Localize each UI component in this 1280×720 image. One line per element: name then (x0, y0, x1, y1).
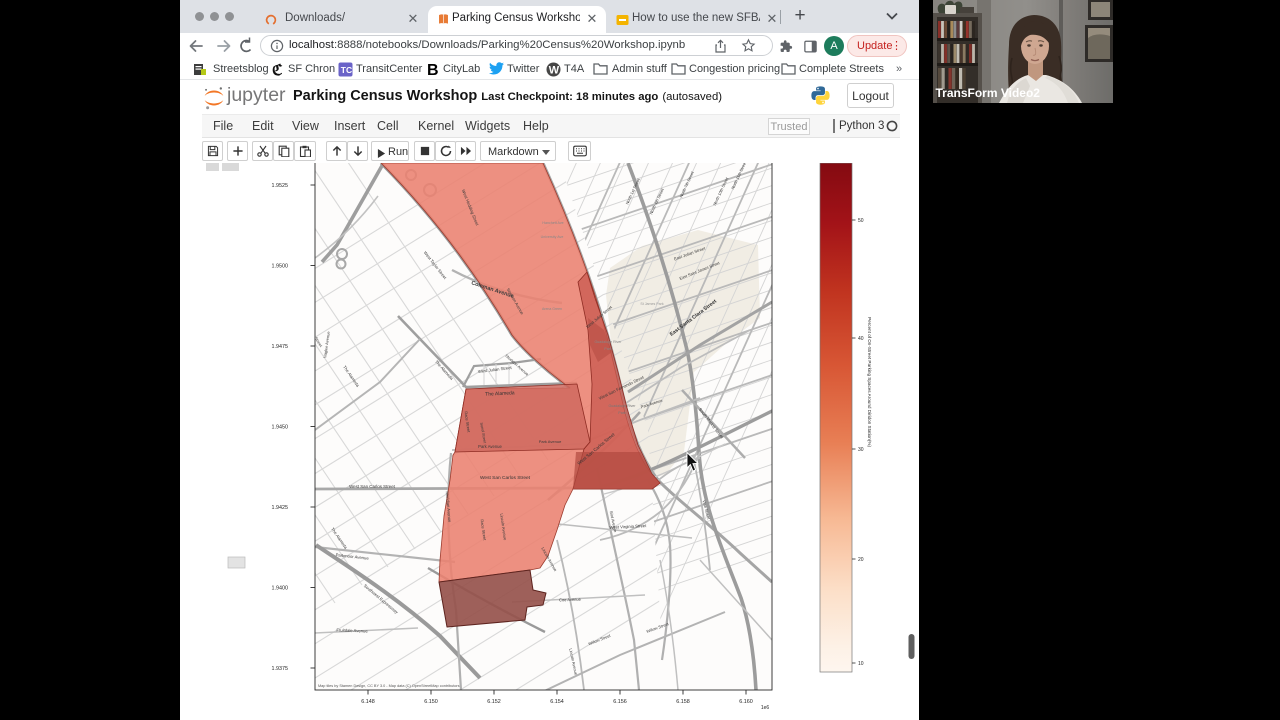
svg-text:Guadalupe River: Guadalupe River (595, 340, 623, 344)
svg-text:1e6: 1e6 (761, 705, 770, 711)
svg-text:West San Carlos Street: West San Carlos Street (480, 475, 531, 481)
svg-text:Park: Park (604, 347, 612, 351)
svg-text:1.9375: 1.9375 (272, 666, 289, 672)
svg-text:30: 30 (858, 447, 864, 453)
svg-text:Arena Green: Arena Green (542, 307, 562, 311)
svg-text:St James Park: St James Park (640, 302, 664, 306)
svg-text:20: 20 (858, 557, 864, 563)
svg-text:Hanchett Ave: Hanchett Ave (542, 221, 563, 225)
svg-text:10: 10 (858, 661, 864, 667)
svg-text:W: W (549, 65, 560, 77)
svg-text:6.156: 6.156 (613, 699, 627, 705)
svg-text:50: 50 (858, 218, 864, 224)
svg-text:6.154: 6.154 (550, 699, 564, 705)
svg-text:1.9475: 1.9475 (272, 344, 289, 350)
svg-text:Percent of On-Street Parking S: Percent of On-Street Parking Spaces Arou… (867, 317, 872, 447)
svg-text:1.9425: 1.9425 (272, 505, 289, 511)
svg-text:Coe Avenue: Coe Avenue (559, 597, 582, 603)
svg-text:6.150: 6.150 (424, 699, 438, 705)
svg-text:TC: TC (341, 65, 352, 75)
svg-text:1.9450: 1.9450 (272, 425, 289, 431)
svg-text:ℭ: ℭ (272, 63, 283, 77)
svg-text:6.158: 6.158 (676, 699, 690, 705)
svg-text:6.152: 6.152 (487, 699, 501, 705)
svg-text:Park Avenue: Park Avenue (539, 439, 562, 444)
svg-text:West San Carlos Street: West San Carlos Street (349, 484, 396, 489)
svg-text:University Ave: University Ave (541, 235, 564, 239)
svg-text:B: B (427, 62, 439, 77)
svg-text:1.9525: 1.9525 (272, 183, 289, 189)
svg-text:TransForm Video2: TransForm Video2 (936, 86, 1041, 100)
svg-text:6.148: 6.148 (361, 699, 375, 705)
svg-text:Guadalupe River: Guadalupe River (609, 404, 637, 408)
svg-text:Map tiles by Stamen Design, CC: Map tiles by Stamen Design, CC BY 3.0 - … (318, 684, 460, 688)
svg-text:1.9500: 1.9500 (272, 264, 289, 270)
svg-text:6.160: 6.160 (739, 699, 753, 705)
svg-text:40: 40 (858, 336, 864, 342)
svg-text:Park: Park (618, 411, 626, 415)
svg-text:Park Avenue: Park Avenue (478, 444, 502, 449)
svg-text:1.9400: 1.9400 (272, 586, 289, 592)
